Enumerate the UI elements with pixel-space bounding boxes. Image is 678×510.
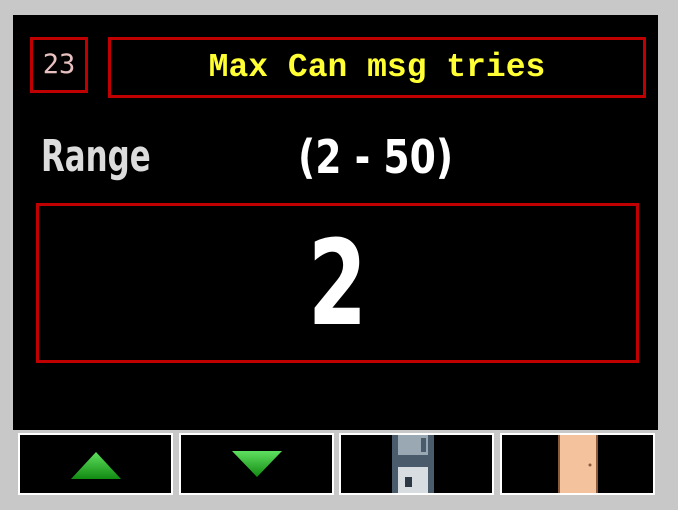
exit-button[interactable] [500,433,655,495]
parameter-id: 23 [30,37,88,93]
toolbar [13,430,658,500]
arrow-down-icon [232,451,282,477]
save-button[interactable] [339,433,494,495]
parameter-title: Max Can msg tries [108,37,646,98]
value-display[interactable]: 2 [36,203,639,363]
door-icon [558,435,598,493]
arrow-up-icon [71,452,121,479]
range-label: Range [41,131,151,182]
floppy-disk-icon [392,435,434,493]
current-value: 2 [307,214,368,352]
range-value: (2 - 50) [298,130,454,184]
decrement-button[interactable] [179,433,334,495]
parameter-screen: 23 Max Can msg tries Range (2 - 50) 2 [13,15,658,500]
increment-button[interactable] [18,433,173,495]
